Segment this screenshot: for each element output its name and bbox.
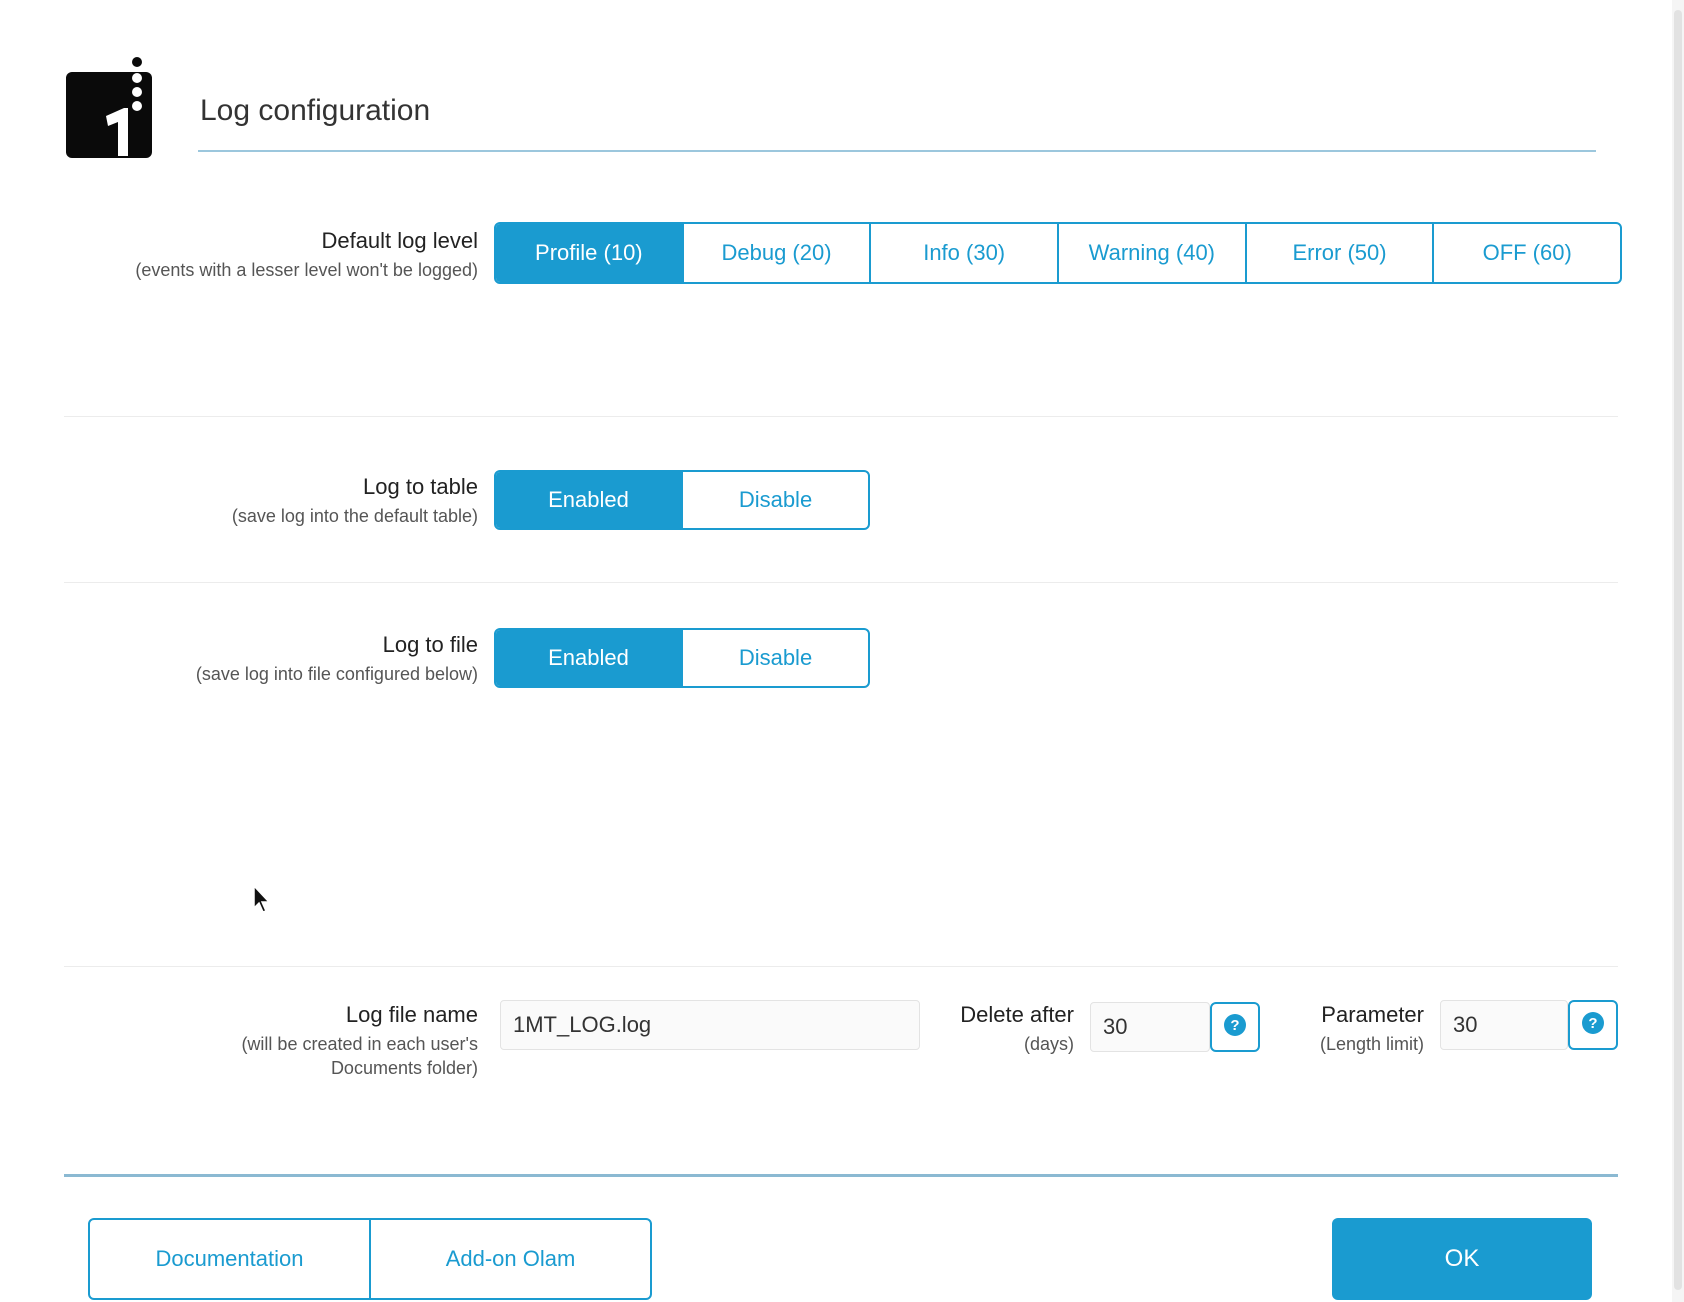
app-logo-icon bbox=[66, 56, 154, 158]
parameter-label-group: Parameter (Length limit) bbox=[1290, 1002, 1424, 1056]
log-level-selector[interactable]: Profile (10) Debug (20) Info (30) Warnin… bbox=[494, 222, 1622, 284]
log-table-disable-button[interactable]: Disable bbox=[681, 472, 868, 528]
scrollbar-thumb[interactable] bbox=[1674, 10, 1682, 1290]
section-divider bbox=[64, 966, 1618, 967]
log-file-name-sublabel-2: Documents folder) bbox=[330, 1058, 478, 1078]
delete-after-sublabel: (days) bbox=[1023, 1034, 1074, 1054]
delete-after-label: Delete after bbox=[960, 1002, 1074, 1027]
log-file-name-label: Log file name bbox=[345, 1002, 478, 1027]
parameter-label: Parameter bbox=[1321, 1002, 1424, 1027]
log-level-option-warning[interactable]: Warning (40) bbox=[1057, 224, 1245, 282]
log-file-label-group: Log to file (save log into file configur… bbox=[60, 632, 478, 686]
log-file-toggle[interactable]: Enabled Disable bbox=[494, 628, 870, 688]
question-mark-icon: ? bbox=[1581, 1011, 1605, 1040]
svg-text:?: ? bbox=[1230, 1017, 1239, 1034]
documentation-button[interactable]: Documentation bbox=[90, 1220, 371, 1298]
log-table-label: Log to table bbox=[363, 474, 478, 499]
log-file-name-input[interactable]: 1MT_LOG.log bbox=[500, 1000, 920, 1050]
log-file-name-sublabel-1: (will be created in each user's bbox=[241, 1034, 478, 1054]
addon-button[interactable]: Add-on Olam bbox=[371, 1220, 650, 1298]
log-level-option-off[interactable]: OFF (60) bbox=[1432, 224, 1620, 282]
log-level-label: Default log level bbox=[321, 228, 478, 253]
log-level-sublabel: (events with a lesser level won't be log… bbox=[135, 260, 478, 280]
delete-after-help-button[interactable]: ? bbox=[1210, 1002, 1260, 1052]
log-level-label-group: Default log level (events with a lesser … bbox=[60, 228, 478, 282]
log-file-disable-button[interactable]: Disable bbox=[681, 630, 868, 686]
parameter-input[interactable]: 30 bbox=[1440, 1000, 1568, 1050]
mouse-cursor-icon bbox=[252, 884, 272, 919]
question-mark-icon: ? bbox=[1223, 1013, 1247, 1042]
log-file-sublabel: (save log into file configured below) bbox=[195, 664, 478, 684]
delete-after-input[interactable]: 30 bbox=[1090, 1002, 1210, 1052]
parameter-help-button[interactable]: ? bbox=[1568, 1000, 1618, 1050]
log-level-option-debug[interactable]: Debug (20) bbox=[681, 224, 870, 282]
svg-text:?: ? bbox=[1588, 1015, 1597, 1032]
title-underline bbox=[198, 150, 1596, 152]
log-level-option-error[interactable]: Error (50) bbox=[1244, 224, 1433, 282]
log-level-option-profile[interactable]: Profile (10) bbox=[496, 224, 682, 282]
delete-after-label-group: Delete after (days) bbox=[930, 1002, 1074, 1056]
log-table-sublabel: (save log into the default table) bbox=[231, 506, 478, 526]
log-table-label-group: Log to table (save log into the default … bbox=[60, 474, 478, 528]
log-file-label: Log to file bbox=[382, 632, 478, 657]
section-divider bbox=[64, 416, 1618, 417]
footer-links-group: Documentation Add-on Olam bbox=[88, 1218, 652, 1300]
log-file-enabled-button[interactable]: Enabled bbox=[496, 630, 681, 686]
log-file-name-label-group: Log file name (will be created in each u… bbox=[60, 1002, 478, 1080]
ok-button[interactable]: OK bbox=[1332, 1218, 1592, 1300]
log-table-toggle[interactable]: Enabled Disable bbox=[494, 470, 870, 530]
page-title: Log configuration bbox=[200, 94, 431, 127]
section-divider bbox=[64, 582, 1618, 583]
parameter-sublabel: (Length limit) bbox=[1319, 1034, 1424, 1054]
log-table-enabled-button[interactable]: Enabled bbox=[496, 472, 681, 528]
log-level-option-info[interactable]: Info (30) bbox=[869, 224, 1057, 282]
footer-divider bbox=[64, 1174, 1618, 1177]
